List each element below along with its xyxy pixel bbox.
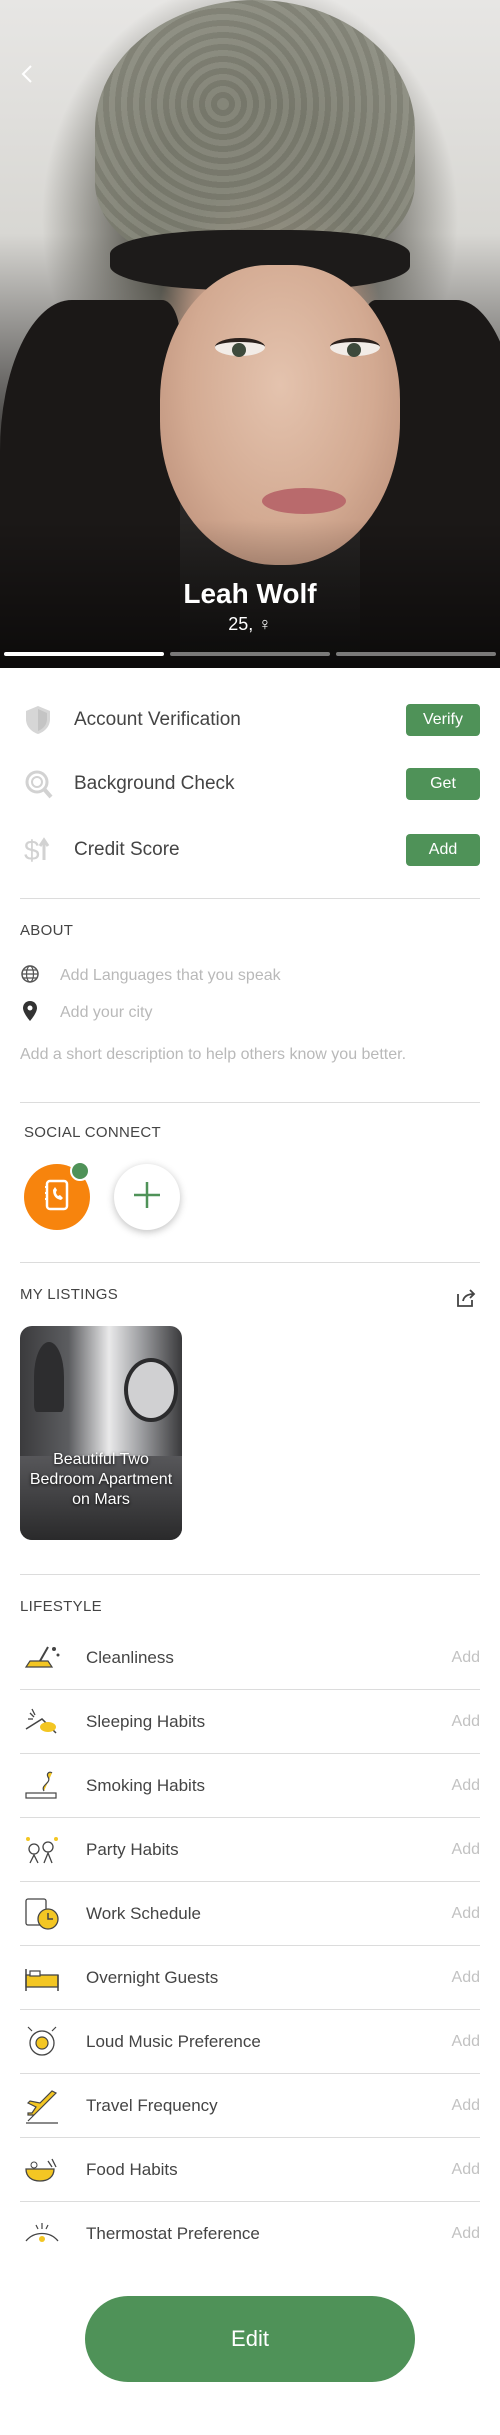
- photo-eye-right: [330, 338, 380, 357]
- listing-photo-lamp: [34, 1342, 64, 1412]
- edit-profile-button[interactable]: Edit: [85, 2296, 415, 2382]
- lifestyle-row-work[interactable]: Work Schedule Add: [20, 1882, 480, 1946]
- get-background-check-button[interactable]: Get: [406, 768, 480, 800]
- photo-knit-hat: [95, 0, 415, 260]
- back-chevron-icon[interactable]: [16, 62, 40, 86]
- languages-row[interactable]: Add Languages that you speak: [20, 964, 480, 988]
- cleaning-icon: [20, 1636, 64, 1680]
- photo-pager-segment[interactable]: [4, 652, 164, 656]
- city-row[interactable]: Add your city: [20, 1000, 480, 1027]
- work-clock-icon: [20, 1892, 64, 1936]
- plus-icon: [131, 1179, 163, 1216]
- about-title: ABOUT: [20, 922, 74, 939]
- bed-icon: [20, 1956, 64, 2000]
- lifestyle-add[interactable]: Add: [452, 1905, 480, 1923]
- lifestyle-label: Food Habits: [86, 2159, 178, 2179]
- party-icon: [20, 1828, 64, 1872]
- lifestyle-row-sleeping[interactable]: Sleeping Habits Add: [20, 1690, 480, 1754]
- city-placeholder: Add your city: [60, 1004, 153, 1021]
- divider: [20, 898, 480, 899]
- lifestyle-label: Loud Music Preference: [86, 2031, 261, 2051]
- add-social-button[interactable]: [114, 1164, 180, 1230]
- lifestyle-label: Sleeping Habits: [86, 1711, 206, 1731]
- lifestyle-row-travel[interactable]: Travel Frequency Add: [20, 2074, 480, 2138]
- speaker-icon: [20, 2020, 64, 2064]
- lifestyle-row-guests[interactable]: Overnight Guests Add: [20, 1946, 480, 2010]
- lifestyle-row-food[interactable]: Food Habits Add: [20, 2138, 480, 2202]
- thermostat-icon: [20, 2212, 64, 2256]
- photo-lips: [262, 488, 346, 514]
- profile-age-gender: 25, ♀: [228, 614, 272, 634]
- profile-photo[interactable]: Leah Wolf 25, ♀: [0, 0, 500, 668]
- listing-photo-mirror: [124, 1358, 178, 1422]
- account-verification-row: Account Verification Verify: [20, 700, 480, 740]
- photo-pager: [4, 652, 496, 656]
- divider: [20, 1574, 480, 1575]
- background-check-row: Background Check Get: [20, 764, 480, 804]
- lifestyle-add[interactable]: Add: [452, 1841, 480, 1859]
- plane-icon: [20, 2084, 64, 2128]
- lifestyle-add[interactable]: Add: [452, 2097, 480, 2115]
- my-listings-title: MY LISTINGS: [20, 1286, 119, 1303]
- lifestyle-add[interactable]: Add: [452, 2033, 480, 2051]
- profile-name: Leah Wolf: [183, 578, 317, 609]
- fingerprint-icon: [20, 766, 56, 802]
- background-check-label: Background Check: [74, 773, 235, 794]
- lifestyle-row-smoking[interactable]: Smoking Habits Add: [20, 1754, 480, 1818]
- languages-placeholder: Add Languages that you speak: [60, 967, 281, 984]
- shield-icon: [20, 702, 56, 738]
- lifestyle-label: Travel Frequency: [86, 2095, 218, 2115]
- location-pin-icon: [20, 1000, 40, 1027]
- lifestyle-add[interactable]: Add: [452, 2225, 480, 2243]
- lifestyle-add[interactable]: Add: [452, 1649, 480, 1667]
- lifestyle-label: Overnight Guests: [86, 1967, 219, 1987]
- lifestyle-add[interactable]: Add: [452, 1713, 480, 1731]
- lifestyle-label: Work Schedule: [86, 1903, 201, 1923]
- lifestyle-row-thermostat[interactable]: Thermostat Preference Add: [20, 2202, 480, 2266]
- credit-score-label: Credit Score: [74, 839, 180, 860]
- lifestyle-label: Smoking Habits: [86, 1775, 206, 1795]
- listing-title: Beautiful Two Bedroom Apartment on Mars: [29, 1451, 173, 1508]
- share-icon[interactable]: [454, 1286, 478, 1310]
- divider: [20, 1102, 480, 1103]
- lifestyle-label: Thermostat Preference: [86, 2224, 260, 2243]
- lifestyle-title: LIFESTYLE: [20, 1598, 102, 1615]
- connected-status-dot: [70, 1161, 90, 1181]
- lifestyle-row-cleanliness[interactable]: Cleanliness Add: [20, 1626, 480, 1690]
- divider: [20, 1262, 480, 1263]
- photo-pager-segment[interactable]: [170, 652, 330, 656]
- credit-score-row: $ Credit Score Add: [20, 830, 480, 870]
- description-placeholder[interactable]: Add a short description to help others k…: [20, 1046, 406, 1064]
- lifestyle-add[interactable]: Add: [452, 1969, 480, 1987]
- photo-pager-segment[interactable]: [336, 652, 496, 656]
- lifestyle-add[interactable]: Add: [452, 1777, 480, 1795]
- svg-text:$: $: [24, 835, 40, 866]
- social-connect-title: SOCIAL CONNECT: [24, 1124, 161, 1141]
- photo-eye-left: [215, 338, 265, 357]
- contacts-icon: [42, 1178, 72, 1217]
- verify-button[interactable]: Verify: [406, 704, 480, 736]
- account-verification-label: Account Verification: [74, 709, 241, 730]
- lifestyle-row-party[interactable]: Party Habits Add: [20, 1818, 480, 1882]
- globe-icon: [20, 964, 40, 989]
- lifestyle-label: Cleanliness: [86, 1647, 174, 1667]
- listing-card[interactable]: Beautiful Two Bedroom Apartment on Mars: [20, 1326, 182, 1540]
- add-credit-score-button[interactable]: Add: [406, 834, 480, 866]
- sleep-icon: [20, 1700, 64, 1744]
- lifestyle-row-music[interactable]: Loud Music Preference Add: [20, 2010, 480, 2074]
- lifestyle-add[interactable]: Add: [452, 2161, 480, 2179]
- dollar-arrows-icon: $: [20, 832, 56, 868]
- food-icon: [20, 2148, 64, 2192]
- smoking-icon: [20, 1764, 64, 1808]
- lifestyle-label: Party Habits: [86, 1839, 179, 1859]
